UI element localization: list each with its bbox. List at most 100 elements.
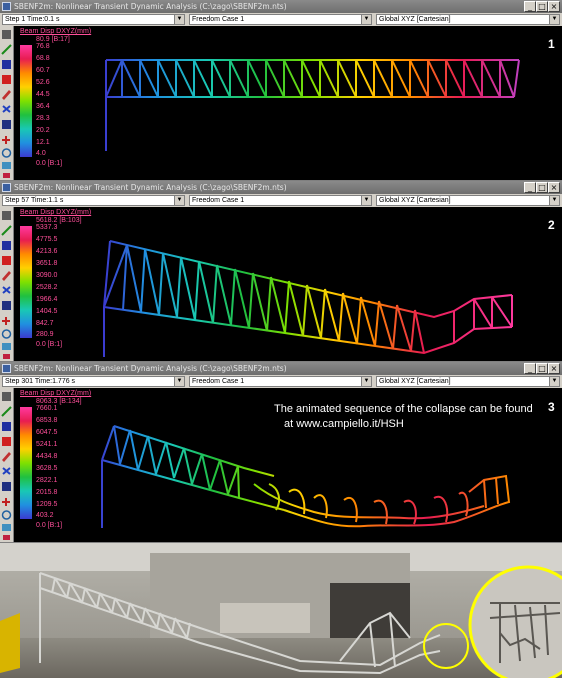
app-icon <box>2 183 11 192</box>
tool-sidebar <box>0 388 14 542</box>
collapse-photo <box>0 543 562 678</box>
line-tool-icon[interactable] <box>1 406 12 417</box>
case-select[interactable]: Freedom Case 1 ▼ <box>189 376 372 387</box>
truss-members <box>101 425 511 528</box>
yellow-barrier <box>0 613 20 673</box>
node-tool-icon[interactable] <box>2 286 11 294</box>
step-select[interactable]: Step 1 Time:0.1 s ▼ <box>2 14 185 25</box>
app-icon <box>2 2 11 11</box>
node-tool-icon[interactable] <box>2 467 11 475</box>
title-bar: SBENF2m: Nonlinear Transient Dynamic Ana… <box>0 181 562 194</box>
view-icon[interactable] <box>2 343 11 350</box>
grid-icon[interactable] <box>2 30 11 39</box>
frame-select[interactable]: Global XYZ [Cartesian] ▼ <box>376 376 560 387</box>
frame-value: Global XYZ [Cartesian] <box>379 16 451 23</box>
app-icon <box>2 364 11 373</box>
window-title: SBENF2m: Nonlinear Transient Dynamic Ana… <box>14 364 287 373</box>
view-icon[interactable] <box>2 162 11 169</box>
line-tool-icon[interactable] <box>1 225 12 236</box>
window-title: SBENF2m: Nonlinear Transient Dynamic Ana… <box>14 2 287 11</box>
tool-icons <box>1 392 12 540</box>
chevron-down-icon[interactable]: ▼ <box>361 15 371 24</box>
pencil-icon[interactable] <box>2 90 11 100</box>
close-button[interactable]: × <box>548 182 560 193</box>
step-value: Step 301 Time:1.776 s <box>5 378 76 385</box>
analysis-window-2: SBENF2m: Nonlinear Transient Dynamic Ana… <box>0 181 562 362</box>
selector-toolbar: Step 57 Time:1.1 s ▼ Freedom Case 1 ▼ Glob… <box>0 194 562 207</box>
step-select[interactable]: Step 301 Time:1.776 s ▼ <box>2 376 185 387</box>
rotate-icon[interactable] <box>1 148 12 158</box>
truss-model-2 <box>103 240 513 357</box>
node-tool-icon[interactable] <box>2 105 11 113</box>
add-icon[interactable] <box>2 498 10 506</box>
tool-icons <box>1 211 12 359</box>
line-tool-icon[interactable] <box>1 44 12 55</box>
chevron-down-icon[interactable]: ▼ <box>174 196 184 205</box>
chevron-down-icon[interactable]: ▼ <box>549 377 559 386</box>
chevron-down-icon[interactable]: ▼ <box>174 377 184 386</box>
truss-members <box>103 240 513 357</box>
grid-icon[interactable] <box>2 392 11 401</box>
brick-tool-icon[interactable] <box>2 75 11 84</box>
add-icon[interactable] <box>2 317 10 325</box>
selector-toolbar: Step 1 Time:0.1 s ▼ Freedom Case 1 ▼ Globa… <box>0 13 562 26</box>
plot-area-2[interactable]: Beam Disp DXYZ(mm) 5618.2 [B:103] 5337.3… <box>14 207 562 361</box>
view-icon[interactable] <box>2 524 11 531</box>
plot-area-3[interactable]: Beam Disp DXYZ(mm) 8063.3 [B:134] 7660.1… <box>14 388 562 542</box>
case-value: Freedom Case 1 <box>192 197 245 204</box>
minimize-button[interactable]: _ <box>524 363 536 374</box>
brick-tool-icon[interactable] <box>2 256 11 265</box>
step-select[interactable]: Step 57 Time:1.1 s ▼ <box>2 195 185 206</box>
step-value: Step 57 Time:1.1 s <box>5 197 64 204</box>
chevron-down-icon[interactable]: ▼ <box>549 196 559 205</box>
maximize-button[interactable]: □ <box>536 1 548 12</box>
case-value: Freedom Case 1 <box>192 378 245 385</box>
plate-tool-icon[interactable] <box>2 60 11 69</box>
plot-area-1[interactable]: Beam Disp DXYZ(mm) 80.9 [B:17] 76.8 68.8… <box>14 26 562 180</box>
title-bar: SBENF2m: Nonlinear Transient Dynamic Ana… <box>0 0 562 13</box>
maximize-button[interactable]: □ <box>536 182 548 193</box>
step-value: Step 1 Time:0.1 s <box>5 16 60 23</box>
analysis-window-1: SBENF2m: Nonlinear Transient Dynamic Ana… <box>0 0 562 181</box>
analysis-window-3: SBENF2m: Nonlinear Transient Dynamic Ana… <box>0 362 562 543</box>
fill-tool-icon[interactable] <box>2 482 11 491</box>
tool-sidebar <box>0 207 14 361</box>
minimize-button[interactable]: _ <box>524 1 536 12</box>
selector-toolbar: Step 301 Time:1.776 s ▼ Freedom Case 1 ▼ G… <box>0 375 562 388</box>
frame-select[interactable]: Global XYZ [Cartesian] ▼ <box>376 14 560 25</box>
plate-tool-icon[interactable] <box>2 241 11 250</box>
plate-tool-icon[interactable] <box>2 422 11 431</box>
rotate-icon[interactable] <box>1 510 12 520</box>
flag-icon[interactable] <box>3 535 10 540</box>
chevron-down-icon[interactable]: ▼ <box>361 377 371 386</box>
close-button[interactable]: × <box>548 1 560 12</box>
tool-icons <box>1 30 12 178</box>
grid-icon[interactable] <box>2 211 11 220</box>
collapsed-structure-photo <box>0 543 562 678</box>
brick-tool-icon[interactable] <box>2 437 11 446</box>
canopy <box>220 603 310 633</box>
case-select[interactable]: Freedom Case 1 ▼ <box>189 14 372 25</box>
frame-value: Global XYZ [Cartesian] <box>379 197 451 204</box>
flag-icon[interactable] <box>3 354 10 359</box>
pencil-icon[interactable] <box>2 271 11 281</box>
frame-value: Global XYZ [Cartesian] <box>379 378 451 385</box>
fill-tool-icon[interactable] <box>2 120 11 129</box>
maximize-button[interactable]: □ <box>536 363 548 374</box>
close-button[interactable]: × <box>548 363 560 374</box>
minimize-button[interactable]: _ <box>524 182 536 193</box>
frame-select[interactable]: Global XYZ [Cartesian] ▼ <box>376 195 560 206</box>
add-icon[interactable] <box>2 136 10 144</box>
chevron-down-icon[interactable]: ▼ <box>549 15 559 24</box>
window-title: SBENF2m: Nonlinear Transient Dynamic Ana… <box>14 183 287 192</box>
truss-members <box>105 59 520 151</box>
tool-sidebar <box>0 26 14 180</box>
chevron-down-icon[interactable]: ▼ <box>174 15 184 24</box>
flag-icon[interactable] <box>3 173 10 178</box>
case-select[interactable]: Freedom Case 1 ▼ <box>189 195 372 206</box>
fill-tool-icon[interactable] <box>2 301 11 310</box>
pencil-icon[interactable] <box>2 452 11 462</box>
rotate-icon[interactable] <box>1 329 12 339</box>
chevron-down-icon[interactable]: ▼ <box>361 196 371 205</box>
truss-model-1 <box>105 59 520 151</box>
